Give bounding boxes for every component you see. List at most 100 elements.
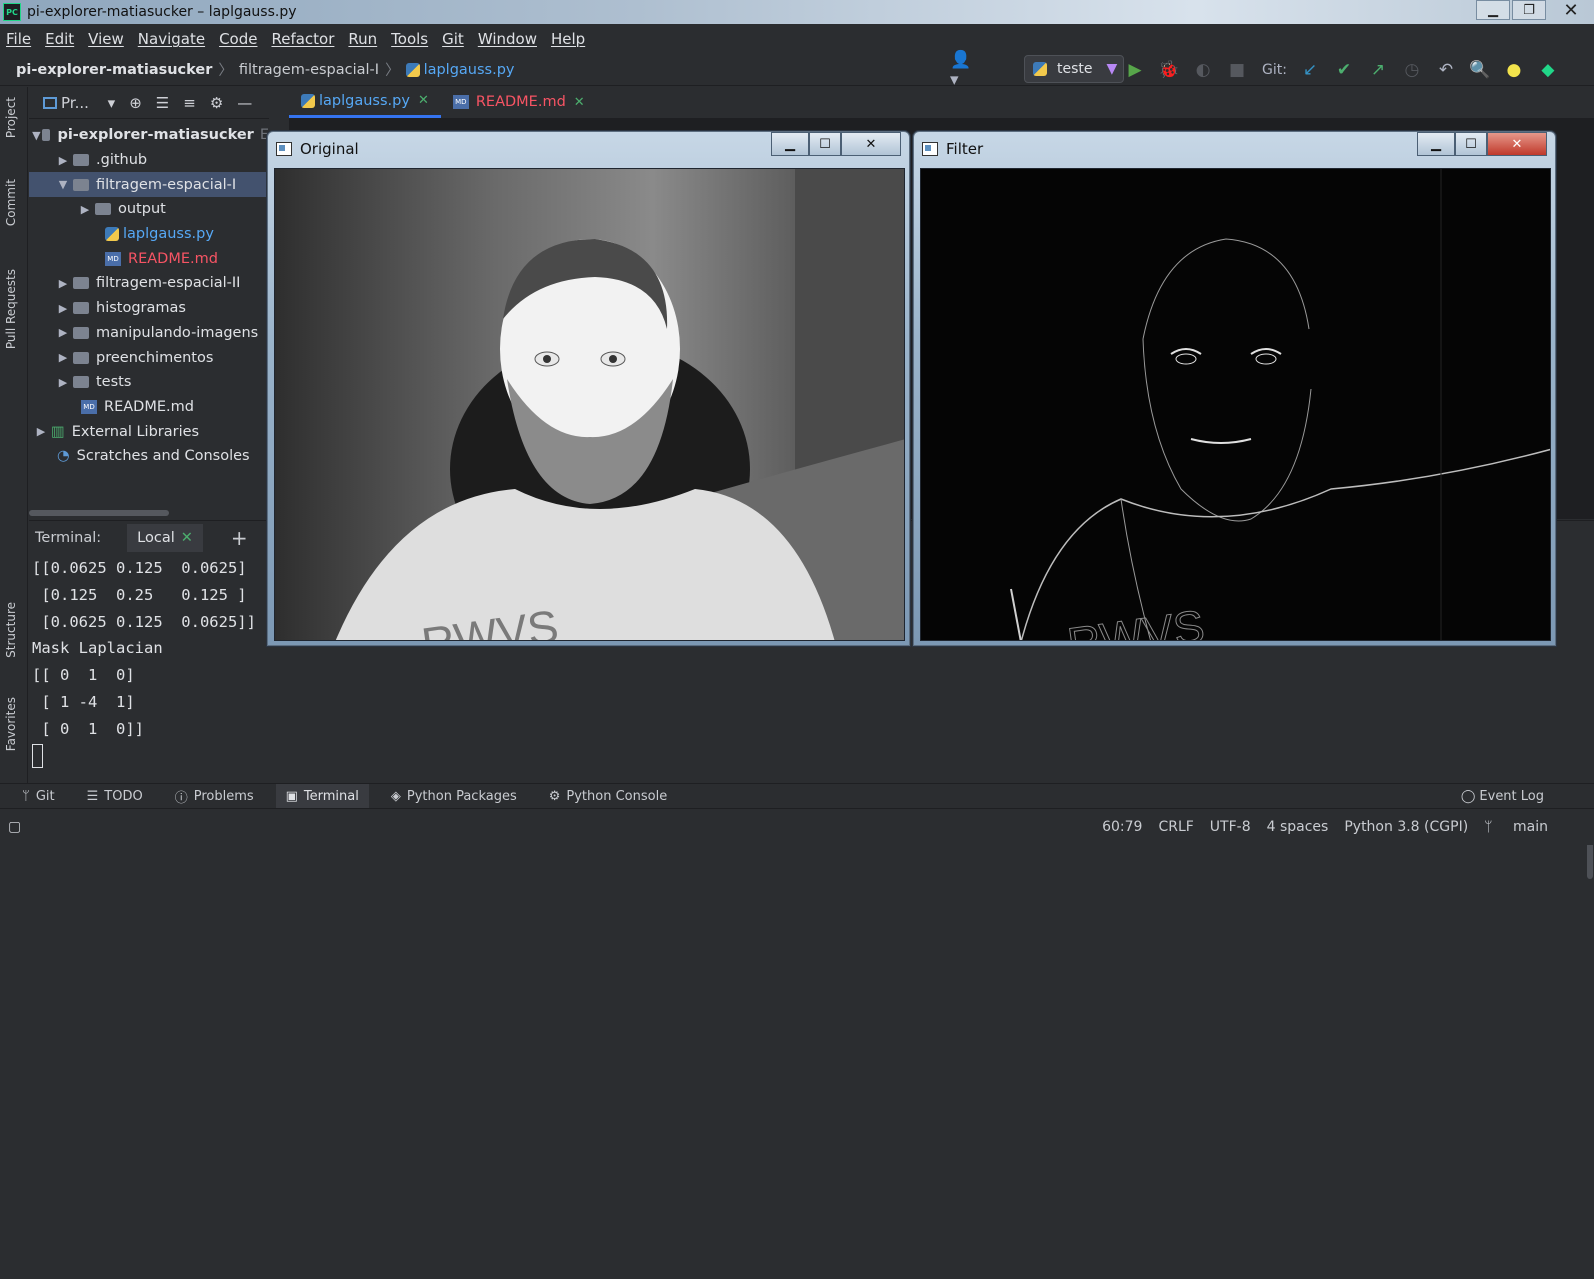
hide-panel-icon[interactable]: — bbox=[237, 94, 252, 112]
tab-readme[interactable]: MD README.md ✕ bbox=[441, 86, 597, 118]
minimize-button[interactable]: ▁ bbox=[1417, 132, 1455, 156]
minimize-button[interactable]: ▁ bbox=[771, 132, 809, 156]
tree-item-laplgauss[interactable]: laplgauss.py bbox=[29, 222, 269, 247]
breadcrumb-project[interactable]: pi-explorer-matiasucker bbox=[16, 62, 212, 78]
breadcrumb-file[interactable]: laplgauss.py bbox=[424, 62, 515, 78]
tab-python-console[interactable]: ⚙ Python Console bbox=[539, 784, 677, 809]
cv-window-filter[interactable]: Filter ▁ ☐ ✕ RWVS bbox=[913, 131, 1556, 646]
chevron-right-icon[interactable]: ▶ bbox=[53, 326, 73, 339]
chevron-right-icon[interactable]: ▶ bbox=[75, 203, 95, 216]
tool-window-commit[interactable]: Commit bbox=[4, 179, 18, 226]
tree-item-manipulando-imagens[interactable]: ▶ manipulando-imagens bbox=[29, 321, 269, 346]
close-button[interactable]: ✕ bbox=[1548, 0, 1594, 21]
tool-window-favorites[interactable]: Favorites bbox=[4, 697, 18, 751]
debug-icon[interactable]: 🐞 bbox=[1156, 58, 1182, 82]
menu-help[interactable]: Help bbox=[551, 30, 585, 48]
tree-item-github[interactable]: ▶ .github bbox=[29, 148, 269, 173]
status-indent[interactable]: 4 spaces bbox=[1267, 819, 1329, 835]
chevron-right-icon[interactable]: ▶ bbox=[53, 277, 73, 290]
terminal-line: [ 1 -4 1] bbox=[32, 692, 135, 711]
tree-item-preenchimentos[interactable]: ▶ preenchimentos bbox=[29, 345, 269, 370]
terminal-tab-local[interactable]: Local ✕ bbox=[127, 524, 203, 552]
git-update-icon[interactable]: ↙ bbox=[1297, 58, 1323, 82]
git-commit-icon[interactable]: ✔ bbox=[1331, 58, 1357, 82]
tree-item-filtragem-espacial-i[interactable]: ▼ filtragem-espacial-I bbox=[29, 172, 269, 198]
menu-tools[interactable]: Tools bbox=[391, 30, 428, 48]
add-terminal-icon[interactable]: + bbox=[231, 526, 248, 550]
chevron-down-icon[interactable]: ▼ bbox=[31, 129, 42, 142]
chevron-right-icon[interactable]: ▶ bbox=[53, 376, 73, 389]
collapse-all-icon[interactable]: ≡ bbox=[183, 94, 196, 112]
tree-item-scratches[interactable]: ◔ Scratches and Consoles bbox=[29, 444, 269, 469]
cv-window-original[interactable]: Original ▁ ☐ ✕ RWVS bbox=[267, 131, 910, 646]
stop-icon[interactable]: ■ bbox=[1224, 58, 1250, 82]
breadcrumb-folder[interactable]: filtragem-espacial-I bbox=[239, 62, 379, 78]
close-button[interactable]: ✕ bbox=[1487, 132, 1547, 156]
tree-item-histogramas[interactable]: ▶ histogramas bbox=[29, 296, 269, 321]
tree-item-filtragem-espacial-ii[interactable]: ▶ filtragem-espacial-II bbox=[29, 271, 269, 296]
tab-todo[interactable]: ☰ TODO bbox=[77, 784, 153, 809]
chevron-right-icon[interactable]: ▶ bbox=[53, 302, 73, 315]
history-icon[interactable]: ◷ bbox=[1399, 58, 1425, 82]
menu-code[interactable]: Code bbox=[219, 30, 257, 48]
tab-problems[interactable]: ⓘ Problems bbox=[165, 784, 264, 809]
jetbrains-icon[interactable]: ◆ bbox=[1535, 58, 1561, 82]
status-interpreter[interactable]: Python 3.8 (CGPI) bbox=[1344, 819, 1468, 835]
chevron-down-icon[interactable]: ▼ bbox=[53, 178, 73, 191]
expand-all-icon[interactable]: ☰ bbox=[156, 94, 169, 112]
chevron-right-icon[interactable]: ▶ bbox=[53, 351, 73, 364]
maximize-button[interactable]: ❐ bbox=[1512, 0, 1546, 20]
close-tab-icon[interactable]: ✕ bbox=[181, 530, 193, 546]
run-config-selector[interactable]: teste ▼ bbox=[1024, 55, 1124, 83]
tab-git[interactable]: ᛘ Git bbox=[12, 784, 65, 809]
tab-terminal[interactable]: ▣ Terminal bbox=[275, 783, 369, 809]
terminal-cursor[interactable] bbox=[32, 744, 43, 769]
tree-item-readme[interactable]: MD README.md bbox=[29, 395, 269, 420]
chevron-right-icon[interactable]: ▶ bbox=[53, 154, 73, 167]
menu-refactor[interactable]: Refactor bbox=[271, 30, 334, 48]
tree-item-tests[interactable]: ▶ tests bbox=[29, 370, 269, 395]
project-horizontal-scrollbar[interactable] bbox=[29, 508, 269, 518]
tree-item-output[interactable]: ▶ output bbox=[29, 197, 269, 222]
status-line-separator[interactable]: CRLF bbox=[1158, 819, 1193, 835]
menu-git[interactable]: Git bbox=[442, 30, 464, 48]
user-icon[interactable]: 👤▾ bbox=[950, 50, 976, 90]
menu-edit[interactable]: Edit bbox=[45, 30, 74, 48]
locate-icon[interactable]: ⊕ bbox=[129, 94, 142, 112]
status-caret-position[interactable]: 60:79 bbox=[1102, 819, 1142, 835]
menu-window[interactable]: Window bbox=[478, 30, 537, 48]
tree-root[interactable]: ▼ pi-explorer-matiasucker E bbox=[29, 123, 269, 148]
menu-navigate[interactable]: Navigate bbox=[138, 30, 205, 48]
terminal-scrollbar[interactable] bbox=[1587, 809, 1594, 1279]
editor-tabs: laplgauss.py ✕ MD README.md ✕ bbox=[289, 87, 1594, 119]
rollback-icon[interactable]: ↶ bbox=[1433, 58, 1459, 82]
close-tab-icon[interactable]: ✕ bbox=[574, 95, 585, 110]
close-button[interactable]: ✕ bbox=[841, 132, 901, 156]
settings-gear-icon[interactable]: ⚙ bbox=[210, 94, 223, 112]
run-icon[interactable]: ▶ bbox=[1122, 58, 1148, 82]
tool-window-pull-requests[interactable]: Pull Requests bbox=[4, 269, 18, 349]
maximize-button[interactable]: ☐ bbox=[1455, 132, 1487, 156]
status-encoding[interactable]: UTF-8 bbox=[1210, 819, 1251, 835]
menu-run[interactable]: Run bbox=[348, 30, 377, 48]
toggle-tool-windows-icon[interactable]: ▢ bbox=[8, 819, 21, 835]
tool-window-project[interactable]: Project bbox=[4, 97, 18, 138]
project-view-selector[interactable]: Pr... ▾ bbox=[43, 94, 115, 112]
minimize-button[interactable]: ▁ bbox=[1476, 0, 1510, 20]
status-git-branch[interactable]: ᛘ main bbox=[1484, 819, 1564, 835]
tree-item-external-libraries[interactable]: ▶ ▥ External Libraries bbox=[29, 419, 269, 444]
menu-file[interactable]: File bbox=[6, 30, 31, 48]
chevron-right-icon[interactable]: ▶ bbox=[31, 425, 51, 438]
maximize-button[interactable]: ☐ bbox=[809, 132, 841, 156]
plugin-icon[interactable]: ● bbox=[1501, 58, 1527, 82]
event-log-button[interactable]: ◯ Event Log bbox=[1451, 784, 1554, 809]
tool-window-structure[interactable]: Structure bbox=[4, 602, 18, 658]
menu-view[interactable]: View bbox=[88, 30, 124, 48]
tree-item-readme-local[interactable]: MD README.md bbox=[29, 246, 269, 271]
git-push-icon[interactable]: ↗ bbox=[1365, 58, 1391, 82]
close-tab-icon[interactable]: ✕ bbox=[418, 93, 429, 108]
coverage-icon[interactable]: ◐ bbox=[1190, 58, 1216, 82]
search-icon[interactable]: 🔍 bbox=[1467, 58, 1493, 82]
tab-python-packages[interactable]: ◈ Python Packages bbox=[381, 784, 527, 809]
tab-laplgauss[interactable]: laplgauss.py ✕ bbox=[289, 86, 441, 118]
